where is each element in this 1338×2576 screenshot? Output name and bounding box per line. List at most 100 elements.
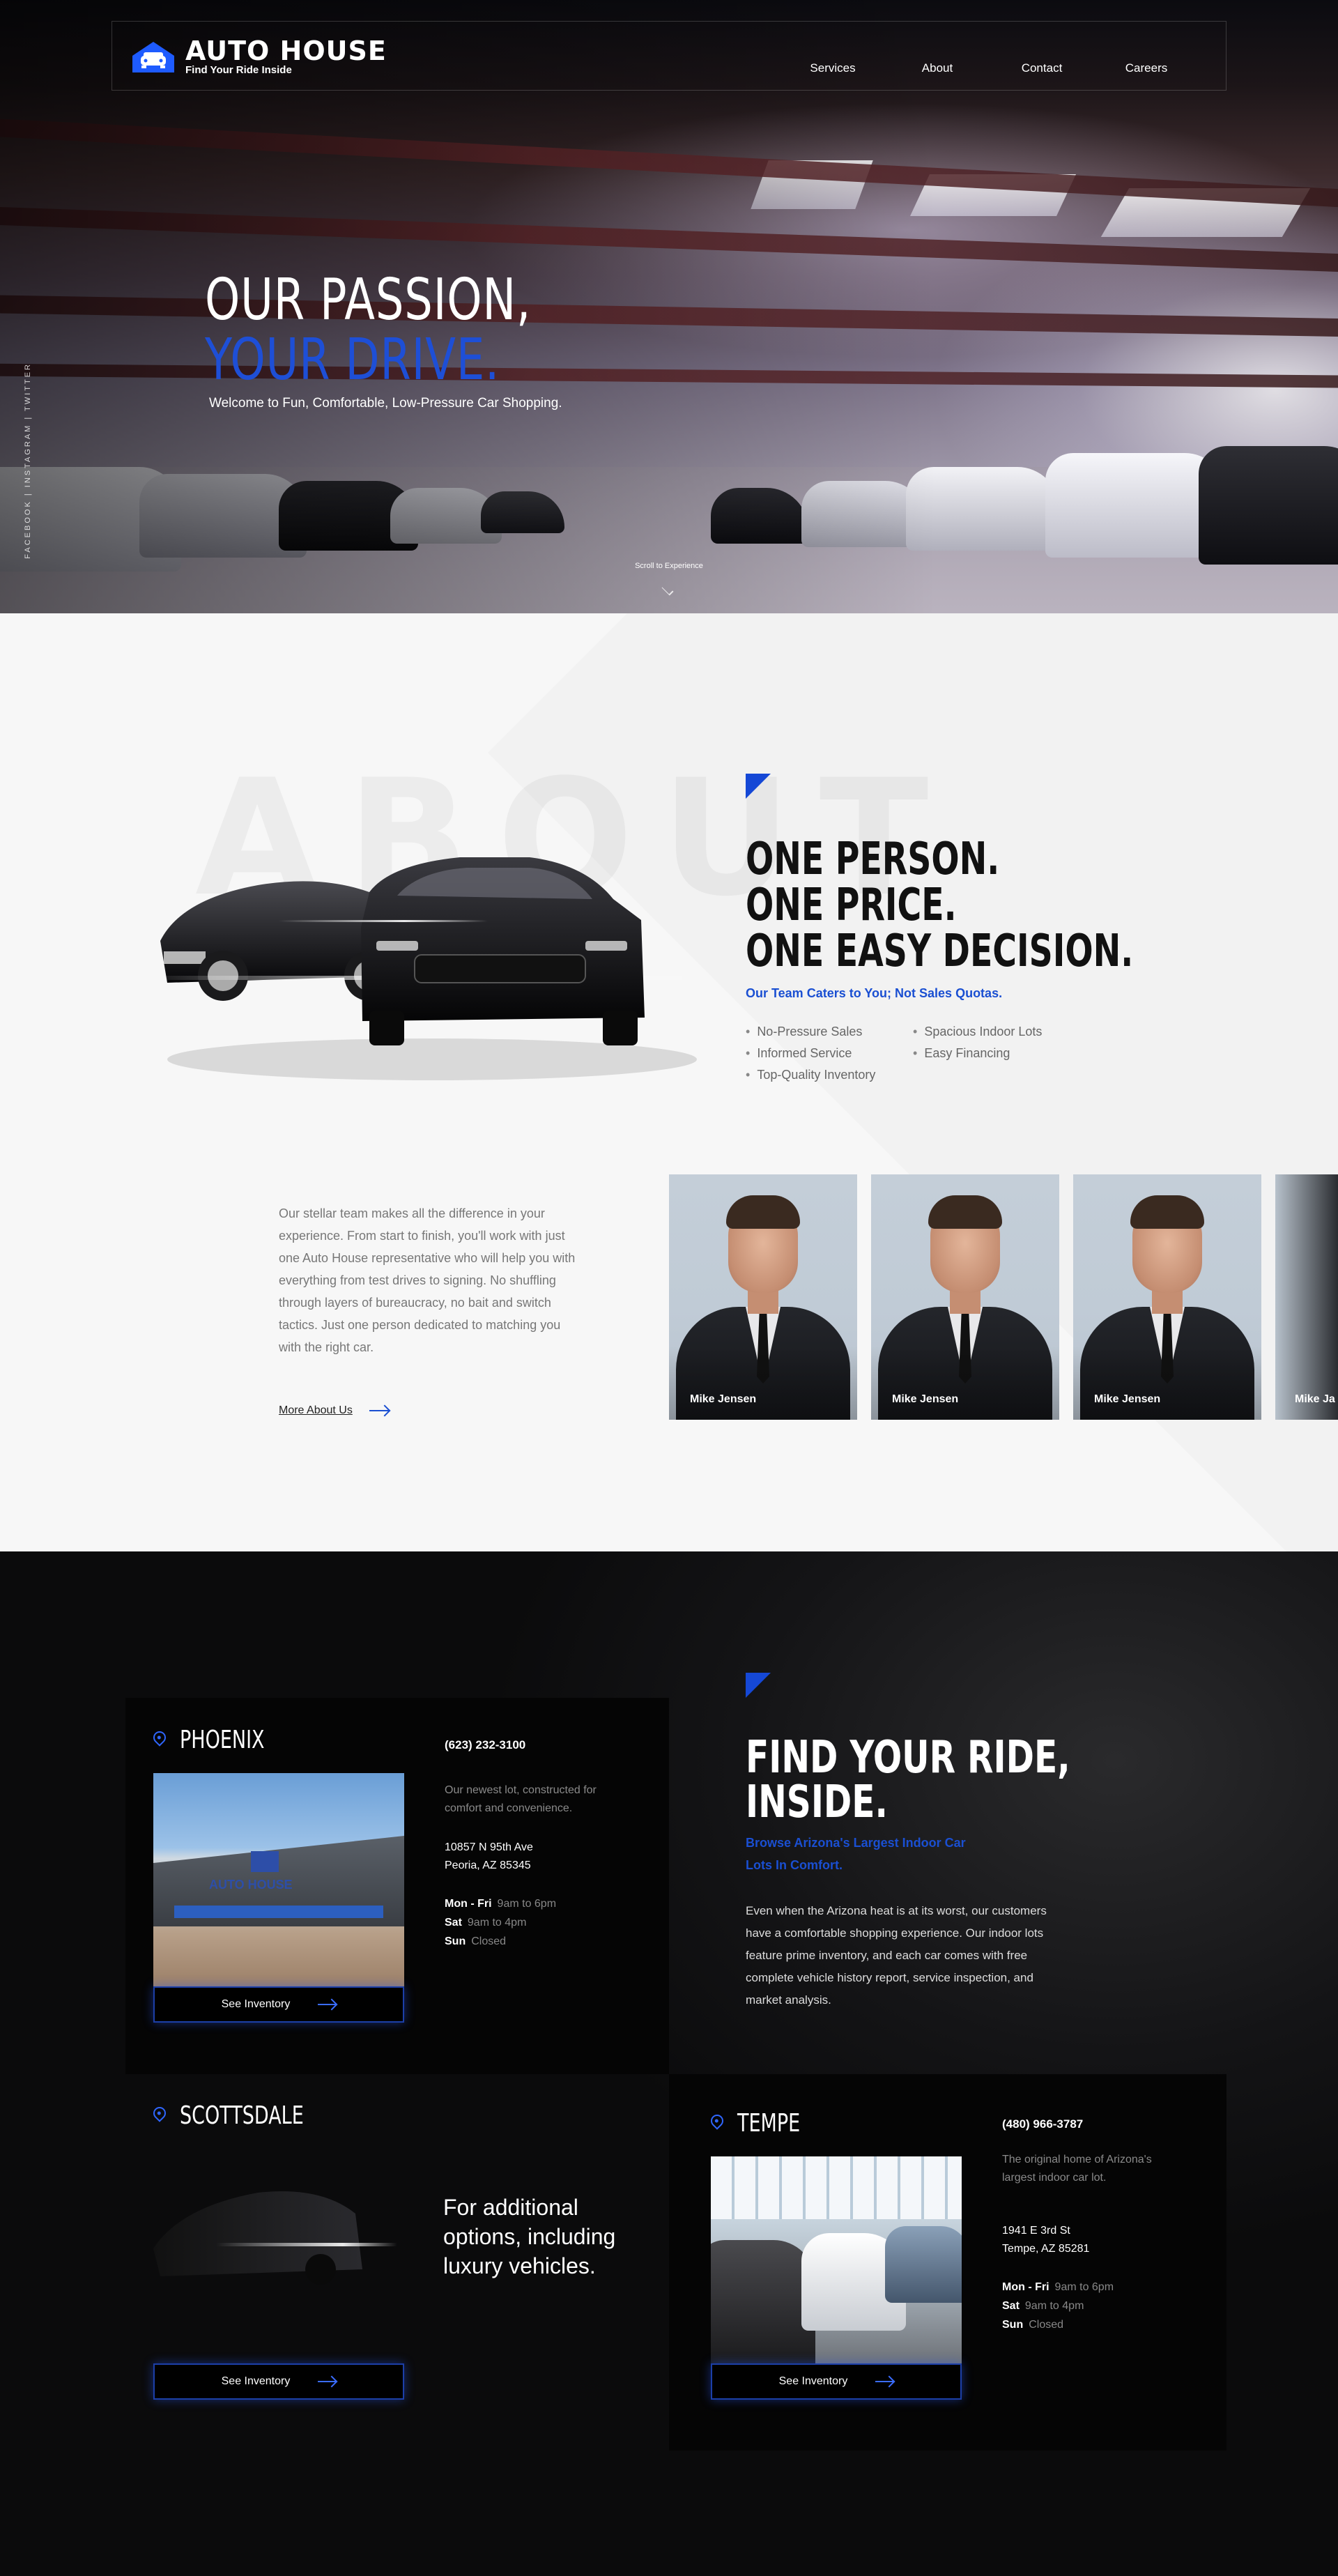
about-subhead: Our Team Caters to You; Not Sales Quotas…	[746, 986, 1003, 1000]
phoenix-description: Our newest lot, constructed for comfort …	[445, 1784, 597, 1814]
car-image	[711, 2240, 815, 2366]
window-wall	[711, 2156, 962, 2219]
hours-day: Sun	[445, 1935, 466, 1947]
hours-time: 9am to 6pm	[497, 1898, 557, 1910]
brand-title: AUTO HOUSE	[185, 36, 387, 66]
ride-headline-line-1: FIND YOUR RIDE,	[746, 1732, 1070, 1784]
team-member-card[interactable]: Mike Ja	[1275, 1174, 1338, 1420]
tempe-photo	[711, 2156, 962, 2366]
scottsdale-inventory-label: See Inventory	[221, 2375, 291, 2387]
luxury-car-image	[139, 2165, 432, 2304]
tempe-address-line-2: Tempe, AZ 85281	[1002, 2243, 1090, 2255]
nav-about[interactable]: About	[885, 61, 990, 75]
phoenix-address-line-1: 10857 N 95th Ave	[445, 1841, 533, 1853]
hero-section: AUTO HOUSE Find Your Ride Inside Service…	[0, 0, 1338, 613]
phoenix-address-line-2: Peoria, AZ 85345	[445, 1860, 531, 1871]
arrow-right-icon	[318, 2004, 337, 2005]
tempe-hours: Mon - Fri 9am to 6pm Sat 9am to 4pm Sun Clo…	[1002, 2278, 1114, 2334]
feature-item: Informed Service	[746, 1046, 913, 1061]
about-headline: ONE PERSON. ONE PRICE. ONE EASY DECISION…	[746, 836, 1133, 974]
cars-illustration	[139, 836, 697, 1087]
hero-headline: OUR PASSION, YOUR DRIVE.	[205, 270, 531, 390]
hours-day: Mon - Fri	[445, 1898, 492, 1910]
portrait-overlay	[669, 1174, 857, 1420]
hero-headline-line-2: YOUR DRIVE.	[205, 327, 500, 393]
more-about-link[interactable]: More About Us	[279, 1404, 389, 1417]
main-nav: Services About Contact Careers	[780, 61, 1199, 75]
tempe-address: 1941 E 3rd St Tempe, AZ 85281	[1002, 2222, 1089, 2258]
nav-careers[interactable]: Careers	[1094, 61, 1199, 75]
team-member-name: Mike Jensen	[690, 1393, 757, 1405]
tempe-name: TEMPE	[737, 2109, 801, 2138]
about-headline-line-2: ONE PRICE.	[746, 880, 957, 931]
about-headline-line-3: ONE EASY DECISION.	[746, 926, 1134, 977]
feature-item: Easy Financing	[913, 1046, 1080, 1061]
social-links[interactable]: FACEBOOK | INSTAGRAM | TWITTER	[24, 362, 32, 559]
luxury-text: For additional options, including luxury…	[443, 2195, 616, 2278]
nav-contact[interactable]: Contact	[990, 61, 1094, 75]
phoenix-inventory-button[interactable]: See Inventory	[153, 1986, 404, 2023]
scottsdale-name: SCOTTSDALE	[180, 2101, 304, 2130]
triangle-accent-icon	[746, 1673, 771, 1698]
team-member-card[interactable]: Mike Jensen	[871, 1174, 1059, 1420]
phoenix-address: 10857 N 95th Ave Peoria, AZ 85345	[445, 1839, 533, 1875]
nav-services[interactable]: Services	[780, 61, 885, 75]
scottsdale-inventory-button[interactable]: See Inventory	[153, 2363, 404, 2400]
about-headline-line-1: ONE PERSON.	[746, 834, 1000, 885]
feature-item: Top-Quality Inventory	[746, 1068, 913, 1082]
portrait-overlay	[1073, 1174, 1261, 1420]
building-sign: AUTO HOUSE	[209, 1878, 293, 1892]
tempe-description: The original home of Arizona's largest i…	[1002, 2154, 1152, 2184]
hours-time: 9am to 4pm	[1024, 2300, 1084, 2312]
arrow-right-icon	[369, 1410, 389, 1411]
feature-item: Spacious Indoor Lots	[913, 1025, 1080, 1039]
about-body-text: Our stellar team makes all the differenc…	[279, 1206, 576, 1354]
phoenix-name: PHOENIX	[180, 1726, 265, 1754]
tempe-address-line-1: 1941 E 3rd St	[1002, 2225, 1070, 2237]
team-member-name: Mike Jensen	[1094, 1393, 1161, 1405]
hours-day: Sat	[1002, 2300, 1020, 2312]
portrait-overlay	[871, 1174, 1059, 1420]
hero-tagline: Welcome to Fun, Comfortable, Low-Pressur…	[209, 396, 562, 411]
hours-time: 9am to 6pm	[1054, 2281, 1114, 2293]
tempe-inventory-button[interactable]: See Inventory	[711, 2363, 962, 2400]
hours-day: Mon - Fri	[1002, 2281, 1049, 2293]
hours-day: Sat	[445, 1917, 462, 1929]
building-banner	[174, 1906, 383, 1918]
tempe-inventory-label: See Inventory	[778, 2375, 848, 2387]
car-logo-icon	[251, 1851, 279, 1872]
ride-headline-line-2: INSIDE.	[746, 1777, 889, 1828]
team-carousel[interactable]: Mike Jensen Mike Jensen Mike Jensen Mike…	[669, 1174, 1338, 1420]
team-member-name: Mike Ja	[1295, 1393, 1335, 1405]
phoenix-photo: AUTO HOUSE	[153, 1773, 404, 1986]
team-member-card[interactable]: Mike Jensen	[669, 1174, 857, 1420]
ride-subhead: Browse Arizona's Largest Indoor Car Lots…	[746, 1836, 966, 1872]
phoenix-hours: Mon - Fri 9am to 6pm Sat 9am to 4pm Sun Clo…	[445, 1894, 556, 1951]
phoenix-inventory-label: See Inventory	[221, 1998, 291, 2010]
hero-headline-line-1: OUR PASSION,	[205, 267, 532, 333]
tempe-phone[interactable]: (480) 966-3787	[1002, 2117, 1083, 2131]
arrow-right-icon	[318, 2381, 337, 2382]
locations-section: PHOENIX AUTO HOUSE See Inventory (623) 2…	[0, 1551, 1338, 2576]
phoenix-phone[interactable]: (623) 232-3100	[445, 1738, 525, 1752]
scroll-prompt[interactable]: Scroll to Experience	[0, 562, 1338, 570]
more-about-label: More About Us	[279, 1404, 353, 1416]
ride-body-text: Even when the Arizona heat is at its wor…	[746, 1904, 1047, 2007]
hours-time: Closed	[471, 1935, 507, 1947]
team-member-card[interactable]: Mike Jensen	[1073, 1174, 1261, 1420]
hours-time: 9am to 4pm	[467, 1917, 527, 1929]
triangle-accent-icon	[746, 774, 771, 799]
hours-time: Closed	[1029, 2319, 1064, 2331]
hero-overlay	[0, 0, 1338, 613]
team-member-name: Mike Jensen	[892, 1393, 959, 1405]
hours-day: Sun	[1002, 2319, 1024, 2331]
arrow-right-icon	[875, 2381, 894, 2382]
car-image	[885, 2226, 962, 2303]
ride-headline: FIND YOUR RIDE, INSIDE.	[746, 1735, 1070, 1825]
feature-item: No-Pressure Sales	[746, 1025, 913, 1039]
about-section: ABOUT ONE PERSON. ONE PRICE.	[0, 613, 1338, 1551]
brand-logo[interactable]: AUTO HOUSE Find Your Ride Inside	[131, 38, 387, 77]
feature-list: No-Pressure Sales Spacious Indoor Lots I…	[746, 1025, 1094, 1082]
location-pin-icon	[151, 2104, 169, 2122]
car-logo-icon	[131, 40, 176, 74]
